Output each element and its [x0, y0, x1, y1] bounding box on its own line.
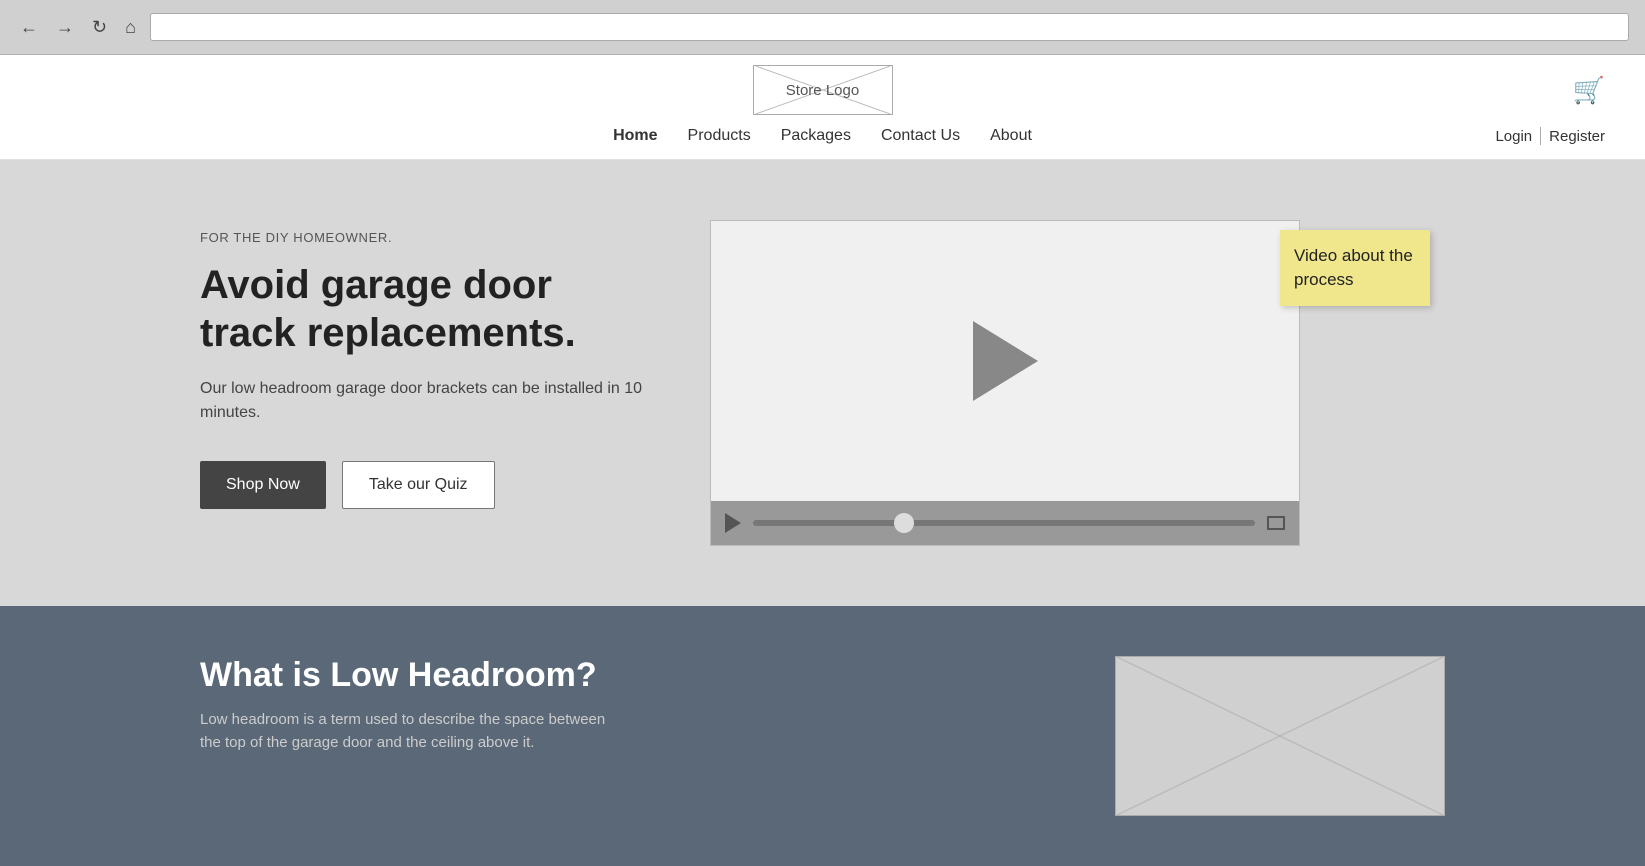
- lower-title: What is Low Headroom?: [200, 656, 620, 695]
- quiz-button[interactable]: Take our Quiz: [342, 461, 495, 509]
- nav-home[interactable]: Home: [613, 123, 657, 149]
- progress-bar[interactable]: [753, 520, 1255, 526]
- video-wrap: Video about the process: [710, 220, 1300, 546]
- address-bar[interactable]: [150, 13, 1629, 41]
- video-controls: [711, 501, 1299, 545]
- logo-text: Store Logo: [786, 82, 859, 99]
- site-header: Store Logo 🛒 Home Products Packages Cont…: [0, 55, 1645, 160]
- lower-image: [1115, 656, 1445, 816]
- store-logo[interactable]: Store Logo: [753, 65, 893, 115]
- fullscreen-button[interactable]: [1267, 516, 1285, 530]
- lower-description: Low headroom is a term used to describe …: [200, 709, 620, 754]
- back-button[interactable]: ←: [16, 13, 42, 42]
- nav-about[interactable]: About: [990, 123, 1032, 149]
- video-annotation: Video about the process: [1280, 230, 1430, 306]
- hero-buttons: Shop Now Take our Quiz: [200, 461, 650, 509]
- nav-row: Home Products Packages Contact Us About …: [40, 123, 1605, 149]
- home-button[interactable]: ⌂: [121, 13, 140, 42]
- reload-button[interactable]: ↻: [88, 13, 111, 42]
- hero-section: FOR THE DIY HOMEOWNER. Avoid garage door…: [0, 160, 1645, 606]
- cart-icon[interactable]: 🛒: [1573, 75, 1605, 106]
- video-player: [710, 220, 1300, 546]
- hero-description: Our low headroom garage door brackets ca…: [200, 377, 650, 425]
- video-screen[interactable]: [711, 221, 1299, 501]
- hero-title: Avoid garage door track replacements.: [200, 261, 650, 357]
- auth-divider: [1540, 127, 1541, 145]
- header-top: Store Logo 🛒: [40, 65, 1605, 115]
- play-icon[interactable]: [973, 321, 1038, 401]
- register-link[interactable]: Register: [1549, 128, 1605, 145]
- auth-links: Login Register: [1495, 127, 1605, 145]
- ctrl-play-button[interactable]: [725, 513, 741, 533]
- forward-button[interactable]: →: [52, 13, 78, 42]
- progress-thumb[interactable]: [894, 513, 914, 533]
- hero-subtitle: FOR THE DIY HOMEOWNER.: [200, 230, 650, 245]
- shop-now-button[interactable]: Shop Now: [200, 461, 326, 509]
- nav-products[interactable]: Products: [688, 123, 751, 149]
- lower-section: What is Low Headroom? Low headroom is a …: [0, 606, 1645, 866]
- hero-content: FOR THE DIY HOMEOWNER. Avoid garage door…: [200, 220, 650, 509]
- login-link[interactable]: Login: [1495, 128, 1532, 145]
- browser-chrome: ← → ↻ ⌂: [0, 0, 1645, 55]
- lower-content: What is Low Headroom? Low headroom is a …: [200, 656, 620, 754]
- nav-packages[interactable]: Packages: [781, 123, 851, 149]
- nav-contact[interactable]: Contact Us: [881, 123, 960, 149]
